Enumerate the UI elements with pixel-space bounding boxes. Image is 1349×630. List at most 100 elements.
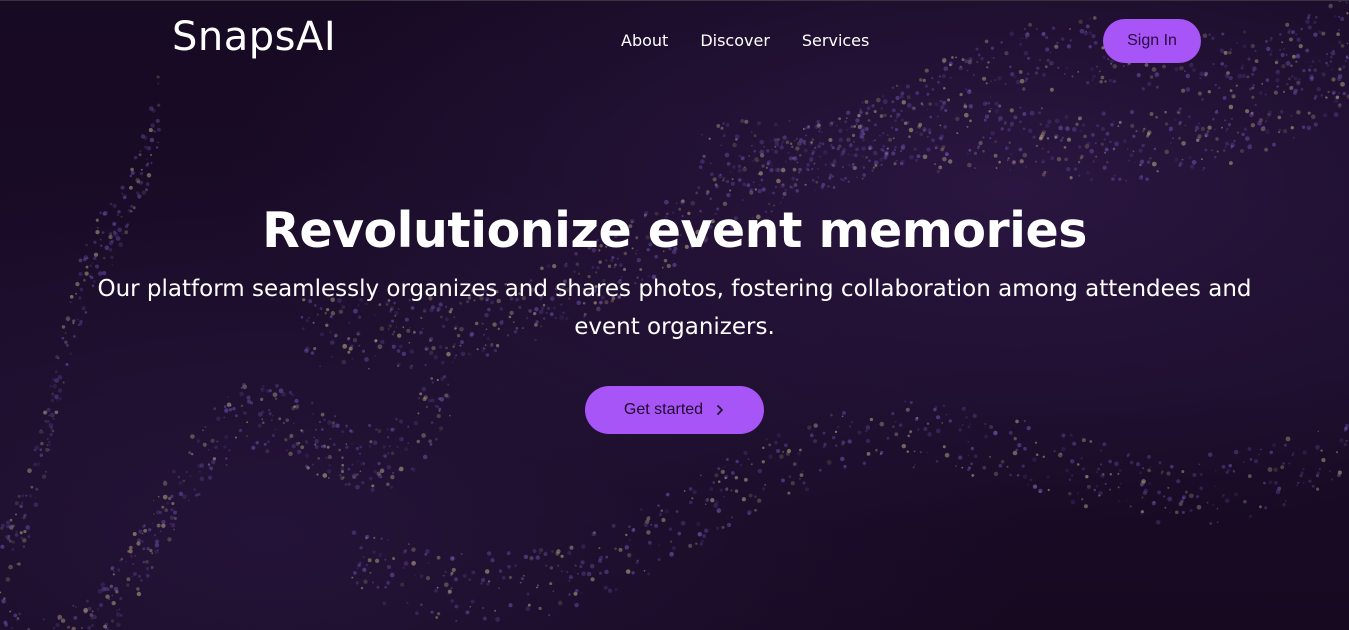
particle-dot	[882, 149, 885, 152]
particle-dot	[658, 512, 663, 516]
particle-dot	[0, 591, 2, 594]
particle-dot	[798, 167, 803, 172]
particle-dot	[757, 189, 762, 194]
particle-dot	[1038, 488, 1043, 494]
particle-dot	[182, 479, 186, 483]
particle-dot	[809, 157, 814, 162]
particle-dot	[331, 355, 334, 358]
particle-dot	[813, 423, 818, 428]
particle-dot	[1228, 161, 1233, 166]
particle-dot	[216, 440, 219, 443]
particle-dot	[455, 354, 458, 357]
particle-dot	[430, 377, 434, 380]
particle-dot	[1089, 440, 1093, 443]
particle-dot	[1224, 146, 1227, 148]
particle-dot	[998, 104, 1002, 108]
particle-dot	[365, 534, 370, 539]
particle-dot	[942, 156, 947, 162]
particle-dot	[631, 528, 636, 533]
particle-dot	[99, 603, 104, 607]
particle-dot	[361, 480, 365, 485]
particle-dot	[451, 567, 456, 572]
particle-dot	[1006, 159, 1009, 161]
particle-dot	[121, 192, 124, 195]
particle-dot	[69, 352, 73, 356]
particle-dot	[1243, 127, 1248, 131]
particle-dot	[164, 508, 169, 512]
particle-dot	[919, 451, 922, 454]
particle-dot	[1313, 122, 1318, 127]
particle-dot	[751, 160, 754, 163]
particle-dot	[1167, 496, 1173, 502]
particle-dot	[1022, 152, 1028, 158]
particle-dot	[928, 102, 932, 106]
particle-dot	[351, 530, 357, 535]
particle-dot	[1343, 442, 1347, 447]
particle-dot	[824, 163, 827, 166]
particle-dot	[827, 185, 830, 188]
particle-dot	[247, 399, 251, 404]
particle-dot	[1023, 447, 1027, 451]
particle-dot	[989, 137, 992, 140]
particle-dot	[843, 176, 848, 180]
particle-dot	[1192, 473, 1197, 477]
particle-dot	[91, 610, 94, 613]
particle-dot	[1142, 130, 1145, 133]
nav-link-about[interactable]: About	[621, 30, 668, 52]
particle-dot	[246, 395, 251, 400]
particle-dot	[508, 603, 513, 608]
particle-dot	[408, 543, 410, 545]
particle-dot	[871, 104, 875, 108]
particle-dot	[1117, 472, 1120, 475]
nav-link-services[interactable]: Services	[802, 30, 869, 52]
particle-dot	[590, 577, 595, 582]
particle-dot	[344, 424, 349, 428]
particle-dot	[171, 502, 175, 505]
particle-dot	[285, 418, 290, 423]
sign-in-button[interactable]: Sign In	[1103, 19, 1201, 63]
navbar: SnapsAI About Discover Services Sign In	[0, 0, 1349, 84]
particle-dot	[450, 587, 453, 590]
particle-dot	[1236, 131, 1239, 134]
particle-dot	[326, 445, 330, 449]
particle-dot	[802, 139, 807, 144]
particle-dot	[1233, 449, 1239, 455]
particle-dot	[73, 616, 78, 620]
particle-dot	[804, 487, 810, 492]
particle-dot	[391, 471, 395, 475]
nav-link-discover[interactable]: Discover	[700, 30, 770, 52]
particle-dot	[912, 466, 915, 469]
particle-dot	[720, 126, 724, 130]
get-started-button[interactable]: Get started	[585, 386, 764, 434]
particle-dot	[410, 467, 413, 470]
particle-dot	[712, 177, 717, 182]
particle-dot	[994, 140, 998, 144]
particle-dot	[449, 414, 451, 417]
particle-dot	[848, 425, 852, 428]
particle-dot	[422, 397, 427, 402]
particle-dot	[1146, 134, 1150, 138]
particle-dot	[645, 519, 650, 524]
particle-dot	[840, 153, 845, 157]
particle-dot	[961, 466, 964, 469]
particle-dot	[891, 411, 895, 416]
particle-dot	[574, 564, 577, 567]
particle-dot	[771, 148, 774, 151]
particle-dot	[1089, 178, 1094, 182]
particle-dot	[923, 427, 928, 431]
particle-dot	[1091, 133, 1095, 137]
particle-dot	[1155, 116, 1158, 119]
particle-dot	[857, 430, 862, 435]
brand-logo[interactable]: SnapsAI	[172, 14, 336, 60]
particle-dot	[891, 108, 896, 113]
particle-dot	[480, 582, 483, 585]
particle-dot	[362, 349, 366, 353]
particle-dot	[862, 173, 867, 177]
particle-dot	[896, 116, 898, 119]
particle-dot	[1273, 90, 1278, 95]
particle-dot	[874, 163, 878, 168]
particle-dot	[1076, 463, 1080, 466]
particle-dot	[838, 117, 842, 121]
particle-dot	[913, 147, 917, 151]
particle-dot	[1084, 144, 1090, 149]
